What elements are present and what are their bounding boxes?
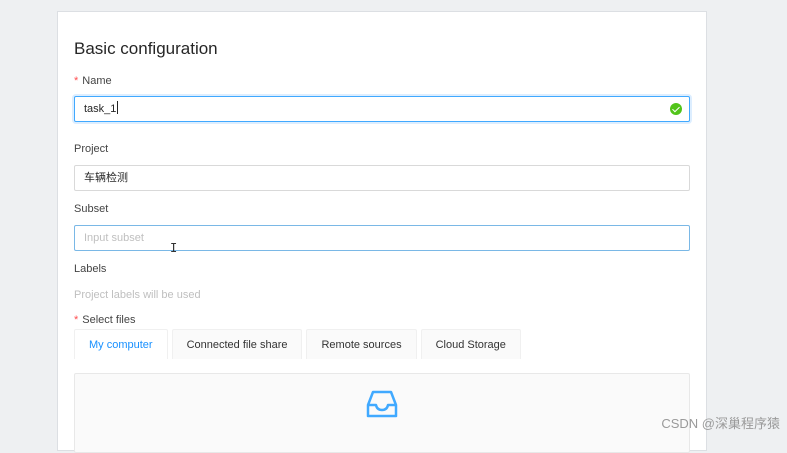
subset-label: Subset	[74, 203, 108, 215]
tab-connected-file-share[interactable]: Connected file share	[172, 329, 303, 359]
subset-placeholder: Input subset	[84, 232, 144, 244]
name-label-text: Name	[82, 75, 111, 87]
check-circle-icon	[670, 103, 682, 115]
basic-configuration-form: Basic configuration * Name task_1 Project…	[57, 11, 707, 451]
tab-remote-sources[interactable]: Remote sources	[306, 329, 416, 359]
subset-input[interactable]: Input subset I	[74, 225, 690, 251]
required-mark: *	[74, 314, 78, 326]
name-label: * Name	[74, 75, 112, 87]
name-input[interactable]: task_1	[74, 96, 690, 122]
labels-hint: Project labels will be used	[74, 289, 201, 301]
select-files-label: * Select files	[74, 314, 135, 326]
required-mark: *	[74, 75, 78, 87]
form-title: Basic configuration	[74, 39, 218, 59]
name-input-value: task_1	[84, 103, 116, 115]
tab-cloud-storage[interactable]: Cloud Storage	[421, 329, 521, 359]
tab-my-computer[interactable]: My computer	[74, 329, 168, 359]
watermark: CSDN @深巢程序猿	[661, 413, 780, 432]
select-files-label-text: Select files	[82, 314, 135, 326]
project-select-value: 车辆检测	[84, 172, 128, 184]
text-caret	[117, 101, 118, 114]
inbox-icon	[366, 389, 398, 419]
file-source-tabs: My computer Connected file share Remote …	[74, 329, 521, 359]
project-select[interactable]: 车辆检测	[74, 165, 690, 191]
text-cursor-icon: I	[170, 236, 177, 260]
file-upload-dropzone[interactable]	[74, 373, 690, 453]
labels-label: Labels	[74, 263, 106, 275]
project-label: Project	[74, 143, 108, 155]
